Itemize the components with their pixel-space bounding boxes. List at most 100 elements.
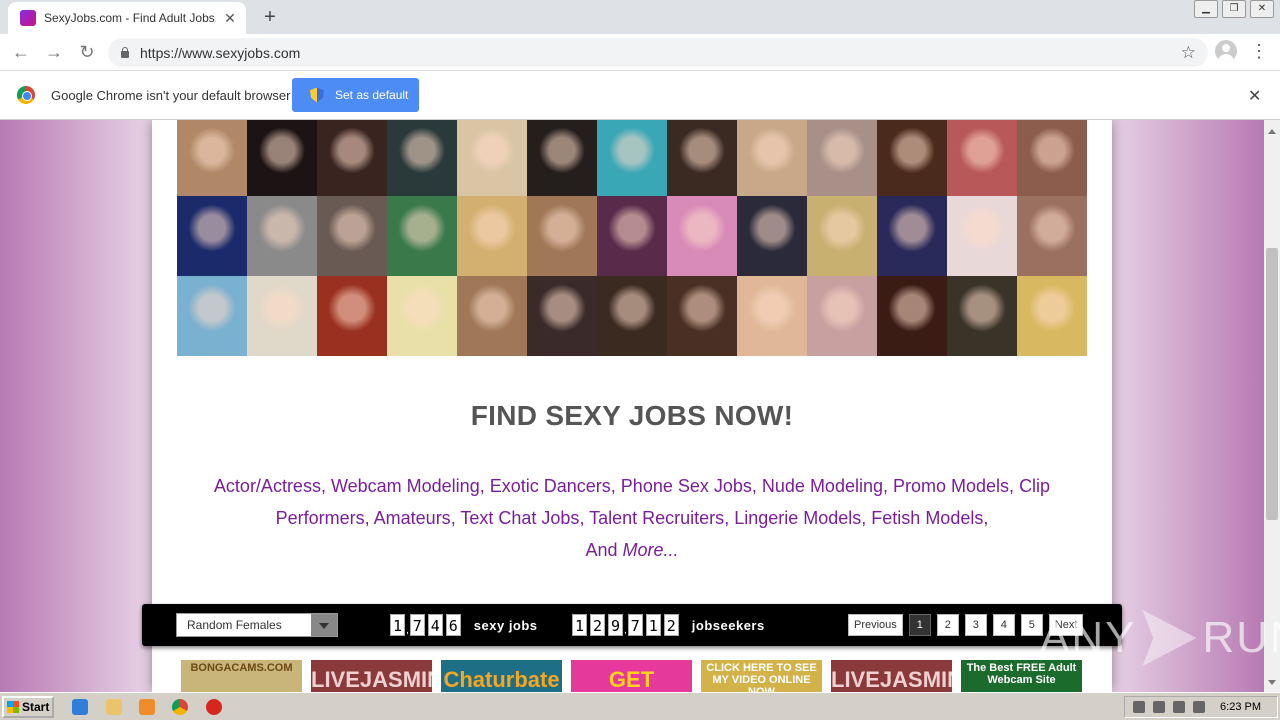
uac-shield-icon (310, 87, 324, 103)
profile-photo[interactable] (247, 276, 317, 356)
profile-photo[interactable] (807, 276, 877, 356)
previous-page-button[interactable]: Previous (848, 614, 903, 636)
page-scrollbar[interactable] (1264, 120, 1280, 692)
page-button-4[interactable]: 4 (992, 614, 1015, 636)
flag-icon[interactable] (1193, 701, 1205, 713)
profile-photo[interactable] (317, 120, 387, 196)
profile-photo[interactable] (667, 276, 737, 356)
new-tab-button[interactable]: + (258, 6, 282, 30)
profile-photo[interactable] (527, 120, 597, 196)
category-link[interactable]: Exotic Dancers (490, 476, 611, 496)
chrome-taskbar-icon[interactable] (172, 699, 188, 715)
page-button-3[interactable]: 3 (964, 614, 987, 636)
category-link[interactable]: Webcam Modeling (331, 476, 480, 496)
profile-photo[interactable] (527, 276, 597, 356)
file-explorer-icon[interactable] (106, 699, 122, 715)
category-link[interactable]: Lingerie Models (734, 508, 861, 528)
profile-photo[interactable] (947, 120, 1017, 196)
profile-photo[interactable] (527, 196, 597, 276)
restore-icon[interactable]: ❐ (1222, 0, 1246, 18)
profile-photo[interactable] (667, 120, 737, 196)
minimize-icon[interactable]: ▁ (1194, 0, 1218, 18)
profile-photo[interactable] (1017, 276, 1087, 356)
profile-photo-grid (177, 120, 1087, 356)
profile-photo[interactable] (807, 120, 877, 196)
volume-icon[interactable] (1173, 701, 1185, 713)
profile-photo[interactable] (877, 276, 947, 356)
profile-photo[interactable] (317, 276, 387, 356)
profile-photo[interactable] (247, 120, 317, 196)
window-close-icon[interactable]: ✕ (1250, 0, 1274, 18)
profile-photo[interactable] (737, 120, 807, 196)
ad-banner[interactable]: GET (571, 660, 692, 692)
sort-select[interactable]: Random Females (176, 613, 338, 637)
internet-explorer-icon[interactable] (72, 699, 88, 715)
profile-photo[interactable] (597, 196, 667, 276)
profile-photo[interactable] (247, 196, 317, 276)
profile-photo[interactable] (737, 196, 807, 276)
page-button-2[interactable]: 2 (936, 614, 959, 636)
back-arrow-icon[interactable]: ← (9, 40, 33, 64)
profile-photo[interactable] (177, 276, 247, 356)
category-link[interactable]: Text Chat Jobs (460, 508, 579, 528)
profile-photo[interactable] (877, 196, 947, 276)
forward-arrow-icon[interactable]: → (42, 40, 66, 64)
category-link[interactable]: Promo Models (893, 476, 1009, 496)
set-as-default-button[interactable]: Set as default (292, 78, 419, 112)
profile-photo[interactable] (317, 196, 387, 276)
category-link[interactable]: Amateurs (374, 508, 451, 528)
ad-banner[interactable]: Chaturbate (441, 660, 562, 692)
profile-avatar-icon[interactable] (1215, 40, 1237, 62)
profile-photo[interactable] (597, 120, 667, 196)
ad-banner[interactable]: LIVEJASMIN (831, 660, 952, 692)
tab-close-icon[interactable]: ✕ (222, 10, 238, 26)
seekers-digit: 9 (608, 614, 623, 636)
scroll-up-icon[interactable] (1268, 125, 1276, 134)
profile-photo[interactable] (667, 196, 737, 276)
category-link[interactable]: Phone Sex Jobs (621, 476, 752, 496)
profile-photo[interactable] (387, 196, 457, 276)
ad-banner[interactable]: LIVEJASMIN (311, 660, 432, 692)
menu-dots-icon[interactable]: ⋮ (1250, 40, 1268, 64)
play-triangle-icon (1142, 610, 1197, 666)
start-button[interactable]: Start (2, 696, 54, 718)
profile-photo[interactable] (457, 276, 527, 356)
network-icon[interactable] (1153, 701, 1165, 713)
address-bar[interactable]: https://www.sexyjobs.com ☆ (108, 38, 1208, 67)
profile-photo[interactable] (387, 120, 457, 196)
profile-photo[interactable] (457, 196, 527, 276)
set-as-default-label: Set as default (335, 88, 409, 102)
job-categories: Actor/Actress, Webcam Modeling, Exotic D… (213, 476, 1051, 560)
profile-photo[interactable] (877, 120, 947, 196)
category-link[interactable]: Nude Modeling (762, 476, 883, 496)
ad-banner[interactable]: CLICK HERE TO SEE MY VIDEO ONLINE NOW (701, 660, 822, 692)
stop-icon[interactable] (206, 699, 222, 715)
stats-bar: Random Females 1 , 7 4 6 sexy jobs 1 2 9… (142, 604, 1122, 646)
page-button-1[interactable]: 1 (908, 614, 931, 636)
category-link[interactable]: Actor/Actress (214, 476, 321, 496)
show-hidden-icon[interactable] (1133, 701, 1145, 713)
browser-tab[interactable]: SexyJobs.com - Find Adult Jobs, Hir ✕ (8, 2, 246, 34)
more-link[interactable]: More... (623, 540, 679, 560)
profile-photo[interactable] (807, 196, 877, 276)
bookmark-star-icon[interactable]: ☆ (1181, 43, 1196, 63)
profile-photo[interactable] (177, 120, 247, 196)
profile-photo[interactable] (1017, 120, 1087, 196)
category-link[interactable]: Fetish Models (871, 508, 983, 528)
scroll-down-icon[interactable] (1268, 680, 1276, 689)
reload-icon[interactable]: ↻ (75, 40, 99, 64)
profile-photo[interactable] (737, 276, 807, 356)
anyrun-watermark: ANY RUN (1040, 610, 1280, 666)
category-link[interactable]: Talent Recruiters (589, 508, 724, 528)
profile-photo[interactable] (947, 276, 1017, 356)
scroll-thumb[interactable] (1266, 248, 1278, 520)
profile-photo[interactable] (387, 276, 457, 356)
profile-photo[interactable] (457, 120, 527, 196)
profile-photo[interactable] (597, 276, 667, 356)
profile-photo[interactable] (947, 196, 1017, 276)
profile-photo[interactable] (1017, 196, 1087, 276)
ad-banner[interactable]: BONGACAMS.COM (181, 660, 302, 692)
infobar-close-icon[interactable]: ✕ (1248, 86, 1261, 106)
profile-photo[interactable] (177, 196, 247, 276)
media-player-icon[interactable] (139, 699, 155, 715)
